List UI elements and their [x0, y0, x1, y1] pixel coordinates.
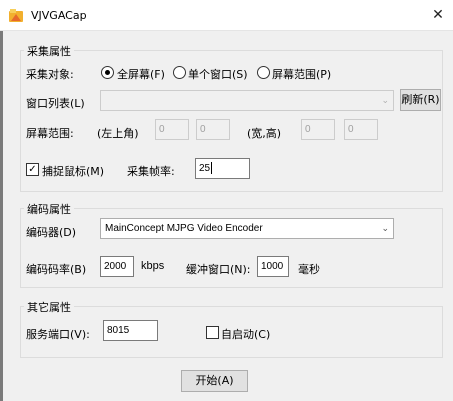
range-y-input[interactable]: 0 — [196, 119, 230, 140]
start-button[interactable]: 开始(A) — [181, 370, 248, 392]
radio-screen-range-label[interactable]: 屏幕范围(P) — [272, 66, 331, 82]
buffer-input[interactable]: 1000 — [257, 256, 289, 277]
autostart-label[interactable]: 自启动(C) — [221, 326, 270, 342]
port-label: 服务端口(V): — [26, 328, 90, 341]
window-title: VJVGACap — [31, 9, 87, 22]
radio-single-window[interactable] — [173, 66, 186, 79]
chevron-down-icon: ⌄ — [381, 223, 389, 233]
window-edge — [0, 31, 3, 401]
chevron-down-icon: ⌄ — [381, 95, 389, 105]
capture-mouse-label[interactable]: 捕捉鼠标(M) — [42, 163, 104, 179]
top-left-label: (左上角) — [97, 127, 139, 140]
refresh-button[interactable]: 刷新(R) — [400, 89, 441, 111]
capture-group-title: 采集属性 — [24, 43, 74, 59]
frame-rate-value: 25 — [199, 163, 211, 174]
encoding-group-title: 编码属性 — [24, 201, 74, 217]
range-width-input[interactable]: 0 — [301, 119, 335, 140]
bitrate-label: 编码码率(B) — [26, 263, 87, 276]
frame-rate-label: 采集帧率: — [127, 165, 175, 178]
other-group-title: 其它属性 — [24, 299, 74, 315]
bitrate-unit: kbps — [141, 260, 165, 272]
encoder-value: MainConcept MJPG Video Encoder — [105, 223, 263, 234]
radio-single-window-label[interactable]: 单个窗口(S) — [188, 66, 248, 82]
title-bar: VJVGACap ✕ — [0, 0, 453, 31]
range-x-input[interactable]: 0 — [155, 119, 189, 140]
size-label: (宽,高) — [247, 127, 282, 140]
capture-mouse-checkbox[interactable]: ✓ — [26, 163, 39, 176]
capture-target-label: 采集对象: — [26, 68, 74, 81]
radio-fullscreen-label[interactable]: 全屏幕(F) — [117, 66, 165, 82]
encoder-dropdown[interactable]: MainConcept MJPG Video Encoder ⌄ — [100, 218, 394, 239]
buffer-unit: 毫秒 — [298, 263, 320, 276]
buffer-label: 缓冲窗口(N): — [186, 263, 251, 276]
bitrate-input[interactable]: 2000 — [100, 256, 134, 277]
screen-range-label: 屏幕范围: — [26, 127, 74, 140]
window-list-label: 窗口列表(L) — [26, 97, 85, 110]
autostart-checkbox[interactable] — [206, 326, 219, 339]
window-list-dropdown[interactable]: ⌄ — [100, 90, 394, 111]
frame-rate-input[interactable]: 25 — [195, 158, 250, 179]
range-height-input[interactable]: 0 — [344, 119, 378, 140]
radio-fullscreen[interactable] — [101, 66, 114, 79]
port-input[interactable]: 8015 — [103, 320, 158, 341]
encoder-label: 编码器(D) — [26, 226, 77, 239]
text-caret — [211, 162, 213, 175]
app-icon — [9, 9, 23, 22]
radio-screen-range[interactable] — [257, 66, 270, 79]
close-button[interactable]: ✕ — [423, 0, 453, 31]
